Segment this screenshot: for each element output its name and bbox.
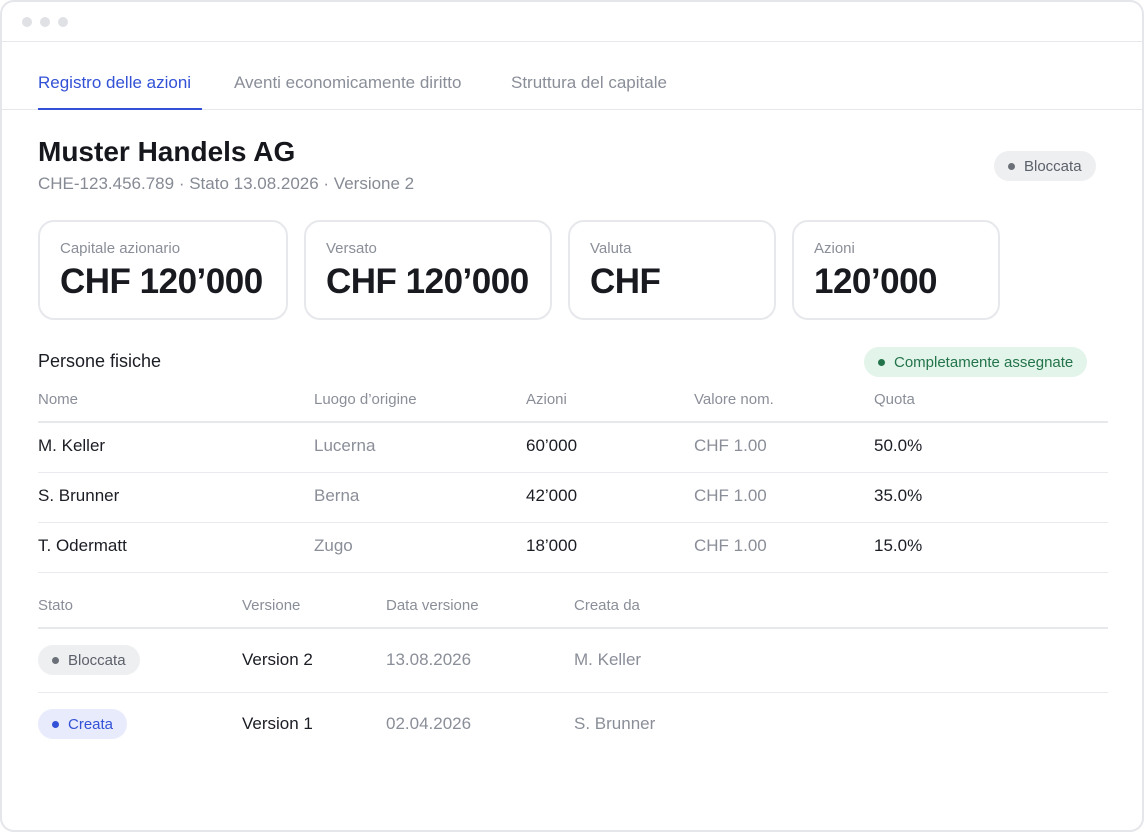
window-control-dot[interactable] <box>22 17 32 27</box>
row-divider <box>38 572 1108 573</box>
status-dot-icon <box>52 720 59 728</box>
allocation-dot-icon <box>878 358 885 366</box>
version-status-badge: Creata <box>38 709 128 739</box>
cell-shares: 42’000 <box>526 486 578 505</box>
column-header-shares[interactable]: Azioni <box>526 391 567 408</box>
column-header-quota[interactable]: Quota <box>874 391 915 408</box>
stat-card-value: CHF <box>590 262 661 301</box>
column-header-nominal[interactable]: Valore nom. <box>694 391 774 408</box>
column-header-version-date[interactable]: Data versione <box>386 597 479 614</box>
cell-version: Version 1 <box>242 714 313 733</box>
app-window: Registro delle azioni Aventi economicame… <box>0 0 1144 832</box>
table-divider <box>38 627 1108 629</box>
row-divider <box>38 522 1108 523</box>
stat-card-shares: Azioni 120’000 <box>792 220 1000 320</box>
window-control-dot[interactable] <box>58 17 68 27</box>
table-divider <box>38 421 1108 423</box>
tab-bar: Registro delle azioni Aventi economicame… <box>2 42 1142 110</box>
cell-origin: Berna <box>314 486 360 505</box>
cell-origin: Lucerna <box>314 436 376 455</box>
cell-quota: 15.0% <box>874 536 923 555</box>
cell-shares: 18’000 <box>526 536 578 555</box>
stat-card-label: Versato <box>326 240 377 257</box>
column-header-origin[interactable]: Luogo d’origine <box>314 391 417 408</box>
cell-shares: 60’000 <box>526 436 578 455</box>
cell-name: T. Odermatt <box>38 536 127 555</box>
allocation-badge: Completamente assegnate <box>864 347 1088 377</box>
column-header-created-by[interactable]: Creata da <box>574 597 640 614</box>
version-status-badge: Bloccata <box>38 645 140 675</box>
column-header-status[interactable]: Stato <box>38 597 73 614</box>
tab-beneficial-owners[interactable]: Aventi economicamente diritto <box>234 73 461 93</box>
cell-origin: Zugo <box>314 536 353 555</box>
page-title: Muster Handels AG <box>38 136 296 167</box>
stat-card-paid-in: Versato CHF 120’000 <box>304 220 552 320</box>
company-meta: CHE-123.456.789 · Stato 13.08.2026 · Ver… <box>38 174 415 193</box>
window-control-dot[interactable] <box>40 17 50 27</box>
status-badge: Bloccata <box>994 151 1096 181</box>
tab-share-register[interactable]: Registro delle azioni <box>38 73 191 93</box>
cell-version-date: 13.08.2026 <box>386 650 472 669</box>
stat-card-value: CHF 120’000 <box>326 262 529 301</box>
version-status-label: Creata <box>68 715 114 733</box>
stat-card-value: CHF 120’000 <box>60 262 263 301</box>
stat-card-label: Capitale azionario <box>60 240 181 257</box>
status-dot-icon <box>1008 162 1015 170</box>
stat-card-label: Azioni <box>814 240 855 257</box>
cell-nominal: CHF 1.00 <box>694 536 767 555</box>
stat-card-currency: Valuta CHF <box>568 220 776 320</box>
cell-name: S. Brunner <box>38 486 120 505</box>
section-title-persons: Persone fisiche <box>38 351 162 371</box>
stat-card-share-capital: Capitale azionario CHF 120’000 <box>38 220 288 320</box>
cell-version-date: 02.04.2026 <box>386 714 472 733</box>
cell-created-by: M. Keller <box>574 650 642 669</box>
cell-version: Version 2 <box>242 650 313 669</box>
version-status-label: Bloccata <box>68 651 126 669</box>
cell-name: M. Keller <box>38 436 106 455</box>
stat-card-value: 120’000 <box>814 262 938 301</box>
status-badge-label: Bloccata <box>1024 157 1082 175</box>
row-divider <box>38 692 1108 693</box>
column-header-version[interactable]: Versione <box>242 597 300 614</box>
row-divider <box>38 472 1108 473</box>
title-bar <box>2 2 1142 42</box>
cell-nominal: CHF 1.00 <box>694 486 767 505</box>
cell-nominal: CHF 1.00 <box>694 436 767 455</box>
cell-created-by: S. Brunner <box>574 714 656 733</box>
cell-quota: 50.0% <box>874 436 923 455</box>
active-tab-indicator <box>38 108 202 110</box>
tab-capital-structure[interactable]: Struttura del capitale <box>511 73 667 93</box>
cell-quota: 35.0% <box>874 486 923 505</box>
allocation-badge-label: Completamente assegnate <box>894 353 1074 371</box>
column-header-name[interactable]: Nome <box>38 391 78 408</box>
stat-card-label: Valuta <box>590 240 632 257</box>
status-dot-icon <box>52 656 59 664</box>
